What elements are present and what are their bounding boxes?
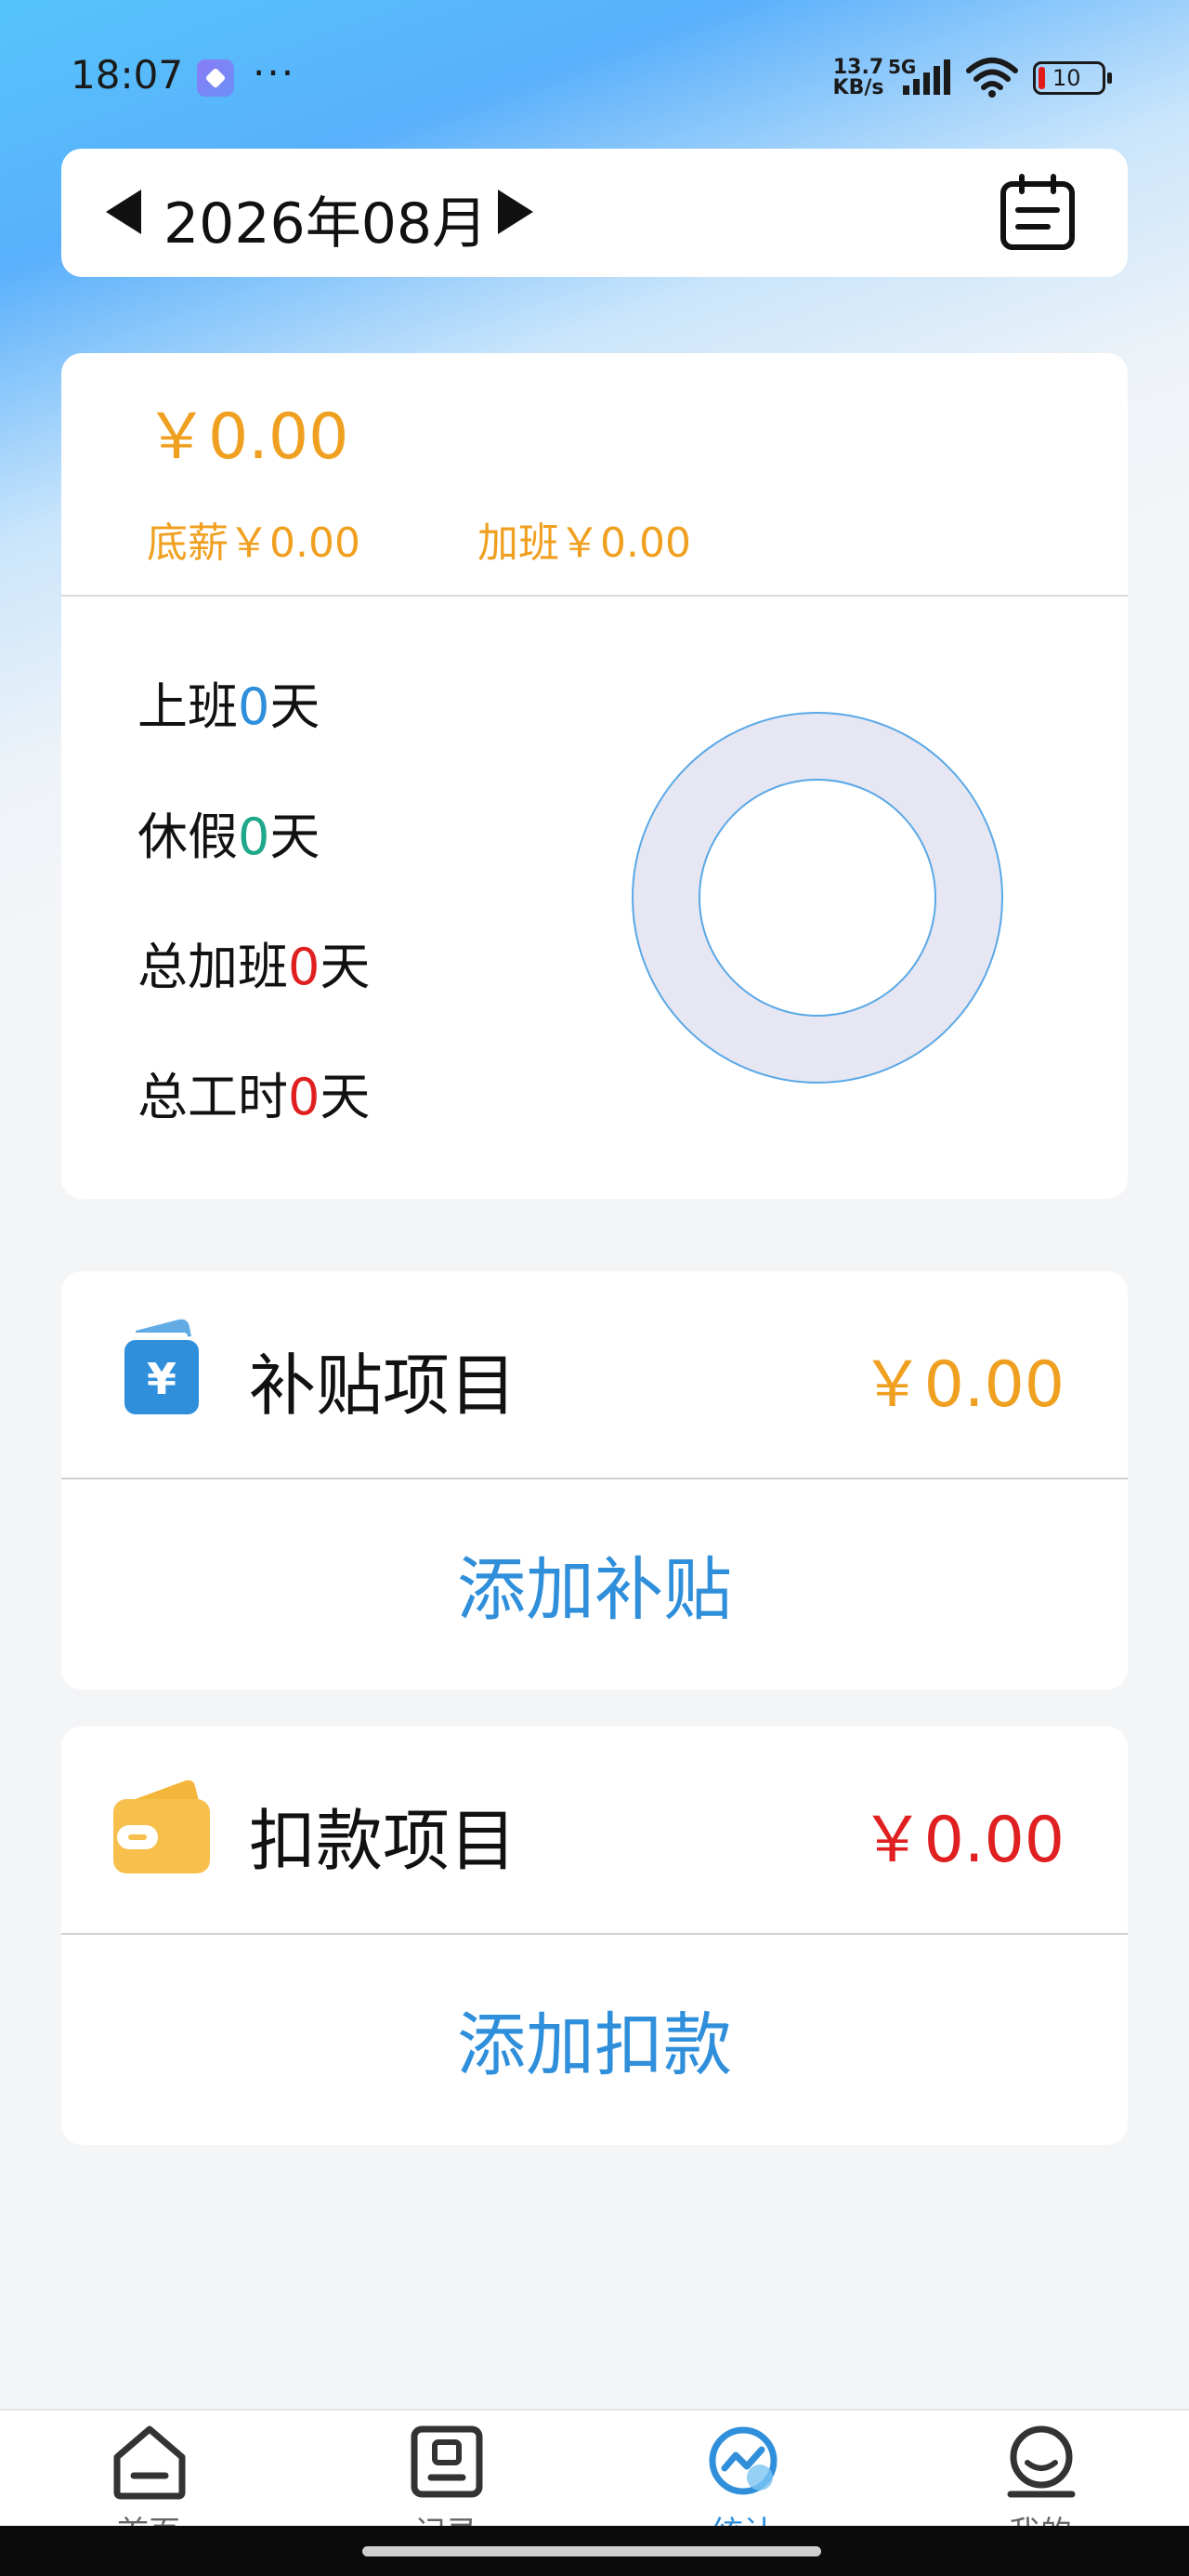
allowance-amount: ￥0.00 xyxy=(860,1348,1065,1422)
stat-value: 0 xyxy=(238,677,270,736)
stat-unit: 天 xyxy=(320,1068,371,1126)
battery-level xyxy=(1039,67,1045,89)
signal-icon xyxy=(903,59,950,95)
svg-text:¥: ¥ xyxy=(147,1354,176,1404)
stat-leave-days: 休假0天 xyxy=(137,795,320,869)
allowance-title: 补贴项目 xyxy=(249,1347,517,1425)
base-salary: 底薪￥0.00 xyxy=(147,519,360,567)
stat-work-days: 上班0天 xyxy=(137,665,320,739)
prev-month-button[interactable] xyxy=(106,190,141,234)
stats-page: 18:07 ··· 13.7 KB/s 5G 10 2026年08月 ￥0.00… xyxy=(0,0,1189,2576)
network-speed-value: 13.7 xyxy=(832,56,884,79)
donut-inner-edge xyxy=(699,779,936,1017)
wallet-icon xyxy=(113,1780,210,1873)
nav-home[interactable]: 首页 xyxy=(0,2411,297,2552)
nav-record[interactable]: 记录 xyxy=(297,2411,594,2552)
nav-profile[interactable]: 我的 xyxy=(892,2411,1189,2552)
month-label[interactable]: 2026年08月 xyxy=(163,178,488,259)
status-time: 18:07 xyxy=(71,52,184,98)
app-notification-icon xyxy=(197,59,234,97)
stat-overtime-days: 总加班0天 xyxy=(137,926,370,999)
network-speed: 13.7 KB/s xyxy=(829,58,888,99)
donut-ring xyxy=(633,713,1002,1083)
stat-value: 0 xyxy=(238,808,270,866)
month-selector: 2026年08月 xyxy=(61,149,1128,277)
stat-label: 休假 xyxy=(137,808,238,866)
donut-chart xyxy=(632,712,1003,1084)
stat-value: 0 xyxy=(288,938,320,996)
deduction-card: 扣款项目 ￥0.00 添加扣款 xyxy=(61,1727,1128,2145)
home-icon xyxy=(113,2425,186,2500)
system-gesture-bar xyxy=(0,2526,1189,2576)
add-deduction-button[interactable]: 添加扣款 xyxy=(61,1933,1128,2145)
total-salary: ￥0.00 xyxy=(145,401,349,474)
stat-value: 0 xyxy=(288,1068,320,1126)
record-icon xyxy=(411,2425,483,2498)
home-gesture-handle[interactable] xyxy=(362,2546,821,2556)
more-notifications-icon: ··· xyxy=(253,50,296,96)
stat-total-hours: 总工时0天 xyxy=(137,1056,370,1129)
stat-unit: 天 xyxy=(320,938,371,996)
stat-unit: 天 xyxy=(269,808,320,866)
status-bar: 18:07 ··· 13.7 KB/s 5G 10 xyxy=(0,0,1189,149)
battery-text: 10 xyxy=(1052,65,1081,91)
deduction-amount: ￥0.00 xyxy=(860,1804,1065,1877)
battery-icon: 10 xyxy=(1033,61,1112,95)
salary-summary-card: ￥0.00 底薪￥0.00 加班￥0.00 上班0天 休假0天 总加班0天 总工… xyxy=(61,353,1128,1199)
next-month-button[interactable] xyxy=(498,190,533,234)
deduction-title: 扣款项目 xyxy=(249,1802,517,1880)
divider xyxy=(61,595,1128,597)
stat-unit: 天 xyxy=(269,677,320,736)
stat-label: 上班 xyxy=(137,677,238,736)
network-speed-unit: KB/s xyxy=(832,76,884,99)
calendar-icon[interactable] xyxy=(996,171,1079,255)
nav-stats[interactable]: 统计 xyxy=(594,2411,892,2552)
add-allowance-button[interactable]: 添加补贴 xyxy=(61,1478,1128,1689)
stat-label: 总加班 xyxy=(137,938,288,996)
stat-label: 总工时 xyxy=(137,1068,288,1126)
profile-icon xyxy=(1007,2425,1076,2498)
stats-icon xyxy=(709,2426,777,2495)
overtime-pay: 加班￥0.00 xyxy=(477,519,691,567)
allowance-card: ¥ 补贴项目 ￥0.00 添加补贴 xyxy=(61,1271,1128,1689)
wallet-yuan-icon: ¥ xyxy=(124,1319,199,1414)
wifi-icon xyxy=(966,58,1018,98)
